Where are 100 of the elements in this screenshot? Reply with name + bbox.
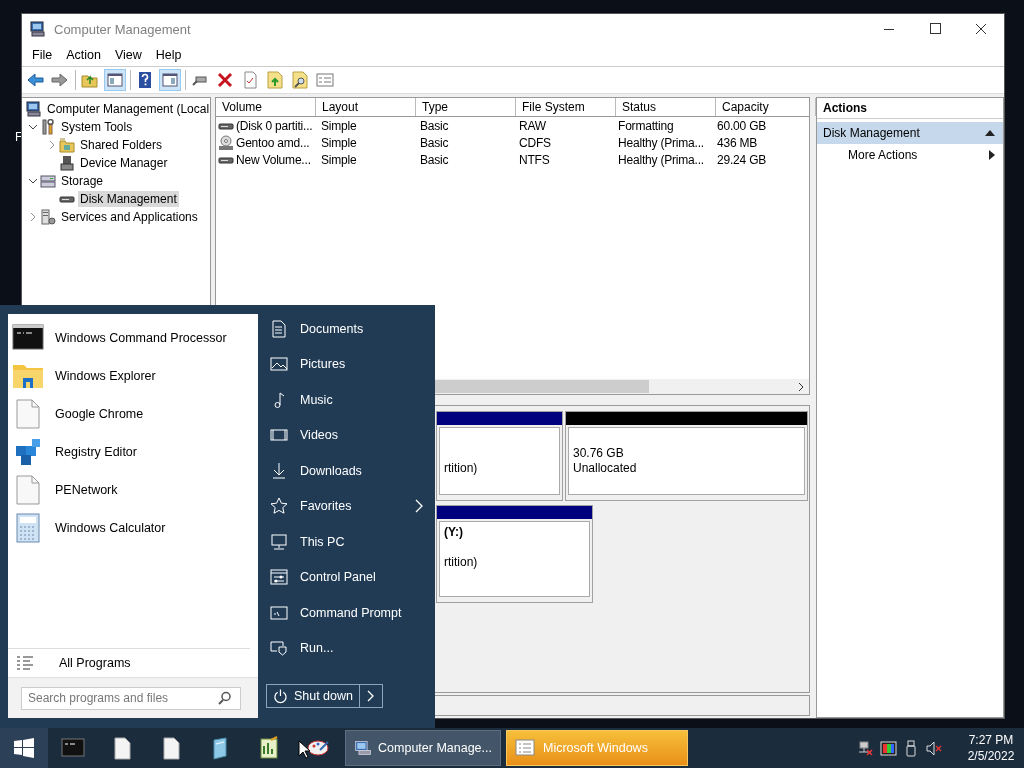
table-cell: NTFS [519, 152, 550, 167]
power-icon [273, 688, 288, 704]
place-item[interactable]: Music [266, 382, 435, 418]
partition-label: 30.76 GB [573, 446, 624, 460]
place-item[interactable]: Run... [266, 630, 435, 666]
start-button[interactable] [0, 728, 48, 768]
table-cell: Formatting [618, 118, 674, 133]
program-item[interactable]: Windows Command Processor [8, 319, 258, 357]
actions-title: Actions [817, 98, 1003, 119]
partition-label: (Y:) [444, 525, 464, 539]
tools-icon [40, 119, 56, 135]
table-cell: Healthy (Prima... [618, 152, 704, 167]
partition-block[interactable]: 30.76 GB Unallocated [565, 411, 808, 501]
chevron-down-icon[interactable] [28, 176, 38, 186]
computer-icon [354, 738, 373, 758]
list-icon [16, 654, 34, 672]
column-header[interactable]: Status [616, 98, 716, 116]
program-item[interactable]: Windows Explorer [8, 357, 258, 395]
clock-time: 7:27 PM [968, 732, 1014, 748]
tree-item[interactable]: Shared Folders [78, 137, 165, 153]
table-cell: (Disk 0 partiti... [236, 118, 313, 133]
table-cell: CDFS [519, 135, 551, 150]
partition-block[interactable]: rtition) [436, 411, 563, 501]
disc-icon [218, 134, 234, 151]
collapse-icon[interactable] [985, 129, 995, 137]
column-header[interactable]: Volume [216, 98, 316, 116]
chevron-right-icon[interactable] [47, 140, 57, 150]
place-item[interactable]: Command Prompt [266, 595, 435, 631]
network-icon[interactable] [857, 739, 874, 757]
panel-icon[interactable] [159, 69, 181, 91]
taskbar-button[interactable]: Computer Manage... [345, 730, 501, 766]
computer-icon [26, 101, 42, 117]
download-icon [270, 461, 288, 480]
program-item[interactable]: Google Chrome [8, 395, 258, 433]
chevron-down-icon[interactable] [28, 122, 38, 132]
muted-speaker-icon[interactable] [926, 739, 943, 757]
table-cell: 436 MB [717, 135, 758, 150]
shared-folder-icon [59, 137, 75, 153]
export-icon[interactable] [264, 69, 286, 91]
chevron-right-icon[interactable] [28, 212, 38, 222]
table-cell: RAW [519, 118, 546, 133]
menu-item[interactable]: View [107, 48, 149, 62]
clock-date: 2/5/2022 [967, 748, 1015, 764]
action-link[interactable]: More Actions [848, 148, 989, 162]
partition-label: rtition) [444, 555, 478, 569]
column-header[interactable]: Type [416, 98, 516, 116]
picture-icon [270, 355, 288, 374]
table-cell: Gentoo amd... [236, 135, 310, 150]
shut-down-button[interactable]: Shut down [266, 684, 360, 708]
action-section[interactable]: Disk Management [817, 122, 1003, 144]
partition-label: rtition) [444, 461, 478, 475]
tree-item[interactable]: Services and Applications [59, 209, 200, 225]
windows-logo-icon [14, 738, 34, 758]
table-cell: Basic [420, 152, 449, 167]
search-field[interactable]: Search programs and files [21, 686, 241, 710]
table-cell: New Volume... [236, 152, 311, 167]
place-item[interactable]: This PC [266, 524, 435, 560]
device-icon [59, 155, 75, 171]
table-cell: 29.24 GB [717, 152, 767, 167]
clock[interactable]: 7:27 PM 2/5/2022 [958, 732, 1024, 764]
shutdown-options-button[interactable] [360, 684, 383, 708]
scroll-right-icon[interactable] [797, 381, 805, 392]
search-icon[interactable] [218, 691, 232, 705]
find-icon[interactable] [289, 69, 311, 91]
window-title: Computer Management [54, 21, 191, 37]
document-icon [270, 319, 288, 338]
table-cell: Simple [321, 118, 357, 133]
program-item[interactable]: Windows Calculator [8, 509, 258, 547]
services-icon [40, 209, 56, 225]
computer-icon [270, 532, 288, 551]
program-item[interactable]: PENetwork [8, 471, 258, 509]
tree-item[interactable]: Device Manager [78, 155, 170, 171]
table-cell: Simple [321, 152, 357, 167]
computer-icon [30, 21, 46, 37]
tree-item[interactable]: System Tools [59, 119, 135, 135]
storage-icon [40, 173, 56, 189]
place-item[interactable]: Favorites [266, 488, 435, 524]
menu-item[interactable]: File [25, 48, 60, 62]
console-icon [270, 603, 288, 622]
console-icon[interactable] [60, 736, 85, 760]
mouse-cursor-icon [298, 740, 310, 759]
partition-block[interactable]: (Y:) rtition) [436, 505, 593, 603]
table-cell: Basic [420, 118, 449, 133]
tree-item[interactable]: Disk Management [78, 191, 179, 207]
place-item[interactable]: Control Panel [266, 559, 435, 595]
run-icon [270, 639, 288, 658]
tree-item[interactable]: Computer Management (Local [45, 101, 210, 117]
place-item[interactable]: Pictures [266, 346, 435, 382]
menu-item[interactable]: Action [59, 48, 108, 62]
place-item[interactable]: Videos [266, 417, 435, 453]
place-item[interactable]: Downloads [266, 453, 435, 489]
column-header[interactable]: Layout [316, 98, 416, 116]
panel-icon[interactable] [104, 69, 126, 91]
color-icon[interactable] [880, 739, 897, 757]
tree-item[interactable]: Storage [59, 173, 106, 189]
program-item[interactable]: Registry Editor [8, 433, 258, 471]
menu-item[interactable]: Help [148, 48, 189, 62]
column-header[interactable]: File System [516, 98, 616, 116]
submenu-arrow-icon[interactable] [989, 150, 995, 160]
place-item[interactable]: Documents [266, 311, 435, 347]
